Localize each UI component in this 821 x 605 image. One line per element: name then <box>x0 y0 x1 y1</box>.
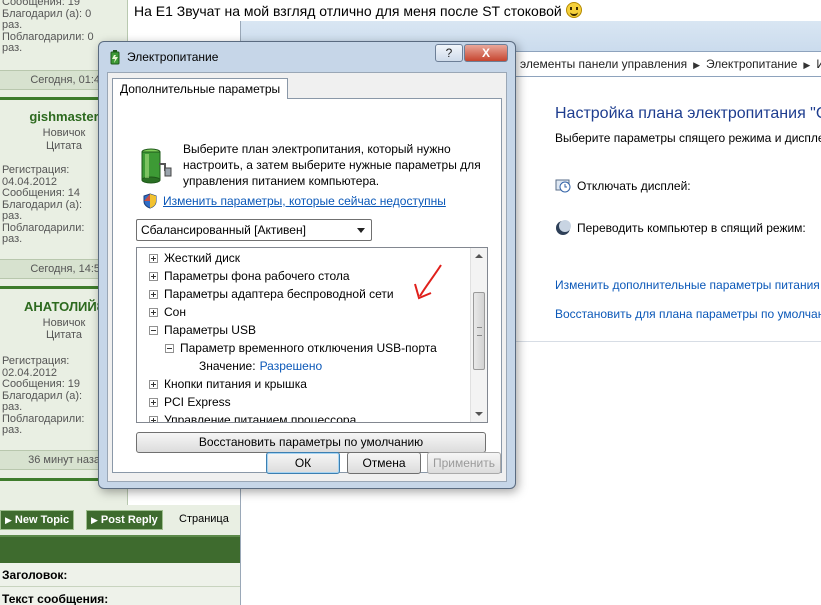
reply-form-header <box>0 535 242 563</box>
tree-item-label: Кнопки питания и крышка <box>164 377 307 391</box>
triangle-right-icon: ▶ <box>5 515 12 525</box>
tree-item-label: Параметры адаптера беспроводной сети <box>164 287 394 301</box>
tree-item-label: Параметры USB <box>164 323 256 337</box>
tree-item-label: Параметры фона рабочего стола <box>164 269 350 283</box>
apply-button[interactable]: Применить <box>427 452 501 474</box>
expand-icon[interactable] <box>149 290 158 299</box>
help-button[interactable]: ? <box>435 44 463 62</box>
form-divider <box>0 586 242 587</box>
breadcrumb-item[interactable]: И <box>816 57 821 71</box>
power-options-dialog: Электропитание ? X Дополнительные параме… <box>98 41 516 489</box>
expand-icon[interactable] <box>149 272 158 281</box>
moon-icon <box>556 220 571 235</box>
tree-scrollbar[interactable] <box>470 248 487 422</box>
sleep-row: Переводить компьютер в спящий режим: <box>555 220 806 236</box>
expand-icon[interactable] <box>149 380 158 389</box>
dialog-title: Электропитание <box>127 50 219 64</box>
tree-item-label: Значение: <box>199 359 256 373</box>
breadcrumb: элементы панели управления ▶ Электропитани… <box>520 57 821 71</box>
tree-item-label: PCI Express <box>164 395 231 409</box>
change-unavailable-settings-link[interactable]: Изменить параметры, которые сейчас недос… <box>163 194 446 208</box>
display-off-row: Отключать дисплей: <box>555 178 691 194</box>
tree-item[interactable]: Значение: Разрешено <box>199 357 322 375</box>
ok-button[interactable]: ОК <box>266 452 340 474</box>
tree-item[interactable]: Кнопки питания и крышка <box>149 375 307 393</box>
post-reply-button[interactable]: ▶ Post Reply <box>86 510 163 530</box>
tree-item-label: Сон <box>164 305 186 319</box>
tree-item[interactable]: PCI Express <box>149 393 231 411</box>
tree-item[interactable]: Параметры фона рабочего стола <box>149 267 350 285</box>
tree-item-label: Параметр временного отключения USB-порта <box>180 341 437 355</box>
page-title: Настройка плана электропитания "Сб <box>555 105 821 122</box>
triangle-right-icon: ▶ <box>91 515 98 525</box>
new-topic-button[interactable]: ▶ New Topic <box>0 510 75 530</box>
expand-icon[interactable] <box>149 308 158 317</box>
setting-value-link[interactable]: Разрешено <box>260 359 323 373</box>
title-field-label: Заголовок: <box>2 568 68 582</box>
change-advanced-settings-link[interactable]: Изменить дополнительные параметры питани… <box>555 278 820 292</box>
restore-defaults-button[interactable]: Восстановить параметры по умолчанию <box>136 432 486 453</box>
tree-item[interactable]: Жесткий диск <box>149 249 240 267</box>
collapse-icon[interactable] <box>149 326 158 335</box>
close-button[interactable]: X <box>464 44 508 62</box>
post-body: На Е1 Звучат на мой взгляд отлично для м… <box>134 2 582 19</box>
chevron-down-icon[interactable] <box>357 228 365 233</box>
annotation-arrow-icon <box>414 264 442 300</box>
tree-item[interactable]: Параметры USB <box>149 321 256 339</box>
expand-icon[interactable] <box>149 254 158 263</box>
tree-item[interactable]: Параметры адаптера беспроводной сети <box>149 285 394 303</box>
scroll-thumb[interactable] <box>473 292 485 370</box>
expand-icon[interactable] <box>149 416 158 422</box>
page-subtitle: Выберите параметры спящего режима и дисп… <box>555 131 821 145</box>
scroll-up-icon[interactable] <box>475 254 483 258</box>
chevron-right-icon[interactable]: ▶ <box>693 60 700 70</box>
chevron-right-icon[interactable]: ▶ <box>803 60 810 70</box>
restore-defaults-link[interactable]: Восстановить для плана параметры по умол… <box>555 307 821 321</box>
uac-shield-icon <box>143 193 157 209</box>
tree-item[interactable]: Параметр временного отключения USB-порта <box>165 339 437 357</box>
tab-advanced-settings[interactable]: Дополнительные параметры <box>112 78 289 99</box>
tree-item-label: Жесткий диск <box>164 251 241 265</box>
cancel-button[interactable]: Отмена <box>347 452 421 474</box>
breadcrumb-item[interactable]: элементы панели управления <box>520 57 687 71</box>
tree-item[interactable]: Сон <box>149 303 186 321</box>
display-clock-icon <box>555 179 571 193</box>
breadcrumb-item[interactable]: Электропитание <box>706 57 797 71</box>
scroll-down-icon[interactable] <box>475 412 483 416</box>
pagination-label: Страница <box>179 513 229 525</box>
message-field-label: Текст сообщения: <box>2 592 109 605</box>
battery-icon <box>141 148 172 184</box>
expand-icon[interactable] <box>149 398 158 407</box>
battery-plug-icon <box>110 50 120 65</box>
dialog-body: Дополнительные параметры Выберите план э… <box>107 72 507 482</box>
intro-text: Выберите план электропитания, который ну… <box>183 142 481 188</box>
tree-item-label: Управление питанием процессора <box>164 413 357 423</box>
power-plan-select[interactable]: Сбалансированный [Активен] <box>136 219 372 241</box>
tree-item[interactable]: Управление питанием процессора <box>149 411 357 423</box>
smiley-icon <box>565 2 582 18</box>
collapse-icon[interactable] <box>165 344 174 353</box>
